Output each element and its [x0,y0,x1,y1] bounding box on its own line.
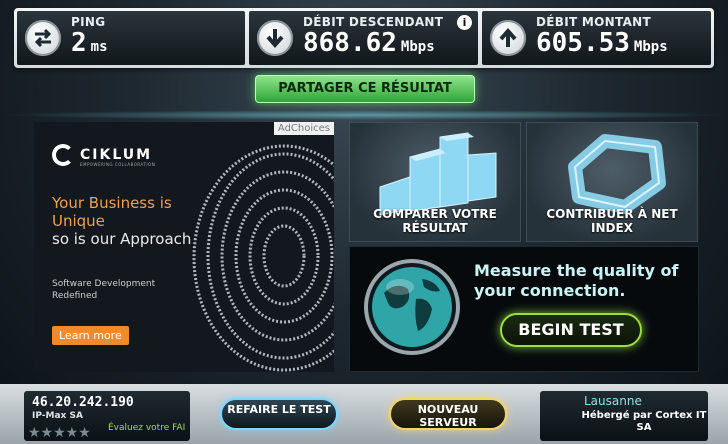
ping-label: PING [71,15,106,29]
net-index-ribbon-icon [568,134,666,214]
ciklum-logo-icon [52,144,74,166]
ping-value: 2 ms [71,28,108,58]
begin-test-panel: Measure the quality of your connection. … [349,246,699,372]
net-index-label: CONTRIBUER À NET INDEX [546,207,678,235]
upload-arrow-icon [490,20,526,56]
ad-learn-more-button[interactable]: Learn more [52,326,129,345]
new-server-button[interactable]: NOUVEAU SERVEUR [389,398,507,430]
ad-tagline: EMPOWERING COLLABORATION [80,162,156,167]
download-unit: Mbps [400,39,435,55]
ad-description: Software Development Redefined [52,279,156,301]
share-result-button[interactable]: PARTAGER CE RÉSULTAT [255,75,475,103]
download-value: 868.62 Mbps [303,28,435,58]
ping-stat: PING 2 ms [17,11,245,65]
begin-test-headline: Measure the quality of your connection. [474,261,679,300]
ad-headline: Your Business is Unique [52,194,172,230]
upload-label: DÉBIT MONTANT [536,15,651,29]
isp-panel: 46.20.242.190 IP-Max SA ★★★★★ Évaluez vo… [24,391,190,441]
net-index-tile[interactable]: CONTRIBUER À NET INDEX [526,122,698,242]
adchoices-link[interactable]: AdChoices [273,122,334,135]
fingerprint-graphic [192,144,334,372]
upload-stat: DÉBIT MONTANT 605.53 Mbps [482,11,711,65]
upload-value: 605.53 Mbps [536,28,668,58]
server-panel: Lausanne Hébergé par Cortex IT SA [540,391,708,441]
download-label: DÉBIT DESCENDANT [303,15,444,29]
ping-unit: ms [90,39,108,55]
begin-test-button[interactable]: BEGIN TEST [500,313,642,347]
rate-isp-label: Évaluez votre FAI [108,423,186,433]
ping-arrows-icon [25,20,61,56]
globe-icon [364,259,460,355]
server-city: Lausanne [584,394,642,408]
ip-address: 46.20.242.190 [32,395,134,410]
ad-subheadline: so is our Approach [52,230,192,248]
download-arrow-icon [257,20,293,56]
isp-name: IP-Max SA [32,411,83,421]
retest-button[interactable]: REFAIRE LE TEST [220,398,338,430]
bar-chart-icon [379,132,497,216]
results-bar: PING 2 ms DÉBIT DESCENDANT 868.62 Mbps i D… [14,8,714,68]
compare-result-tile[interactable]: COMPARER VOTRE RÉSULTAT [349,122,521,242]
upload-unit: Mbps [633,39,668,55]
compare-result-label: COMPARER VOTRE RÉSULTAT [373,207,497,235]
glow-divider [0,110,728,120]
download-stat: DÉBIT DESCENDANT 868.62 Mbps i [249,11,478,65]
bottom-bar: 46.20.242.190 IP-Max SA ★★★★★ Évaluez vo… [0,384,728,444]
server-host: Hébergé par Cortex IT SA [581,410,707,433]
rating-stars[interactable]: ★★★★★ [28,425,91,441]
advertisement[interactable]: AdChoices CIKLUM EMPOWERING COLLABORATIO… [34,122,334,372]
info-icon[interactable]: i [457,15,472,30]
